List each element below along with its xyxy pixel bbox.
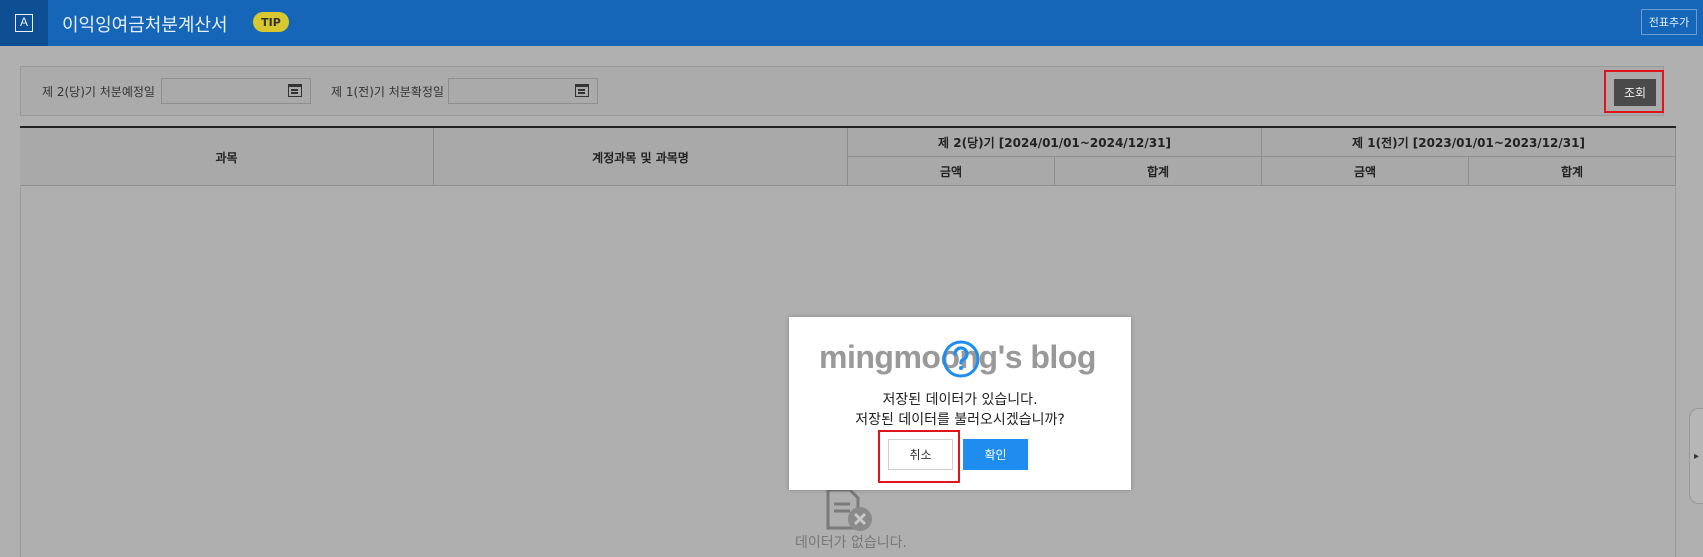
page-title: 이익잉여금처분계산서 — [62, 15, 228, 36]
calendar-icon[interactable] — [575, 84, 589, 97]
empty-message: 데이터가 없습니다. — [795, 535, 907, 551]
previous-disposal-date-input[interactable] — [448, 78, 598, 104]
cancel-button[interactable]: 취소 — [888, 439, 953, 470]
column-header-previous-total: 합계 — [1469, 157, 1676, 186]
app-menu-button[interactable]: A — [0, 0, 48, 46]
column-header-subject: 과목 — [20, 128, 434, 186]
column-header-account-name: 계정과목 및 과목명 — [434, 128, 848, 186]
column-header-current-amount: 금액 — [848, 157, 1055, 186]
confirm-button[interactable]: 확인 — [963, 439, 1028, 470]
filter-panel: 제 2(당)기 처분예정일 제 1(전)기 처분확정일 — [20, 66, 1664, 116]
current-disposal-label: 제 2(당)기 처분예정일 — [42, 85, 155, 99]
current-disposal-date-input[interactable] — [161, 78, 311, 104]
column-header-current-total: 합계 — [1055, 157, 1262, 186]
tip-badge[interactable]: TIP — [253, 12, 289, 32]
dialog-message-line2: 저장된 데이터를 불러오시겠습니까? — [855, 412, 1065, 428]
column-header-previous-amount: 금액 — [1262, 157, 1469, 186]
previous-disposal-label: 제 1(전)기 처분확정일 — [331, 85, 444, 99]
calendar-icon[interactable] — [288, 84, 302, 97]
app-icon: A — [15, 14, 33, 32]
side-panel-toggle[interactable]: ▸ — [1689, 408, 1703, 504]
column-header-current-period: 제 2(당)기 [2024/01/01~2024/12/31] — [848, 128, 1262, 157]
question-icon — [942, 340, 980, 378]
column-header-previous-period: 제 1(전)기 [2023/01/01~2023/12/31] — [1262, 128, 1676, 157]
chevron-right-icon: ▸ — [1693, 450, 1700, 462]
confirm-dialog: mingmoong's blog 저장된 데이터가 있습니다. 저장된 데이터를… — [789, 317, 1131, 490]
dialog-message-line1: 저장된 데이터가 있습니다. — [882, 392, 1038, 408]
app-header: A 이익잉여금처분계산서 TIP 전표추가 — [0, 0, 1703, 46]
add-voucher-button[interactable]: 전표추가 — [1641, 9, 1697, 35]
no-data-document-icon — [826, 488, 872, 531]
table-header: 과목 계정과목 및 과목명 제 2(당)기 [2024/01/01~2024/1… — [20, 128, 1676, 186]
search-button[interactable]: 조회 — [1614, 79, 1656, 106]
